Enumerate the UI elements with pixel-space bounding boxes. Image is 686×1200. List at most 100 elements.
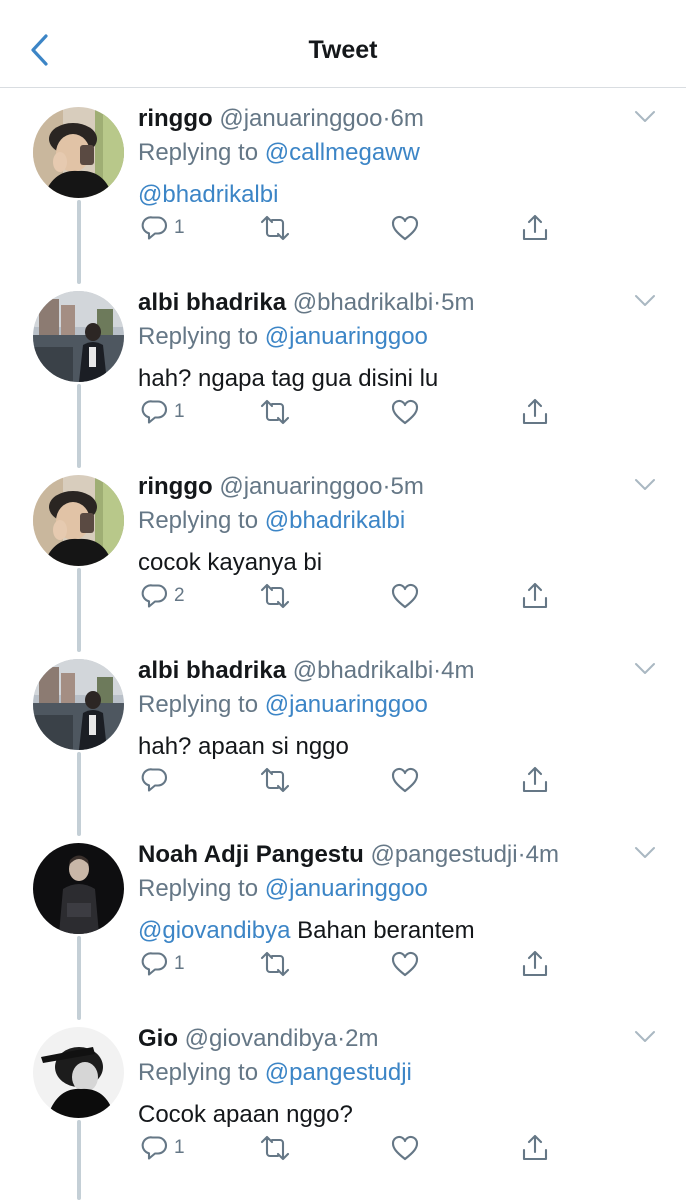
separator-dot: · xyxy=(337,1025,346,1052)
display-name[interactable]: ringgo xyxy=(138,473,213,500)
reply-button[interactable]: 1 xyxy=(140,212,185,244)
share-button[interactable] xyxy=(520,1132,550,1164)
mention-link[interactable]: @januaringgoo xyxy=(265,875,428,902)
like-button[interactable] xyxy=(390,580,420,612)
display-name[interactable]: Noah Adji Pangestu xyxy=(138,841,364,868)
reply-button[interactable]: 1 xyxy=(140,948,185,980)
chevron-down-icon[interactable] xyxy=(634,294,656,308)
retweet-button[interactable] xyxy=(258,212,292,244)
mention-link[interactable]: @januaringgoo xyxy=(265,691,428,718)
share-icon xyxy=(520,765,550,795)
share-button[interactable] xyxy=(520,396,550,428)
retweet-button[interactable] xyxy=(258,396,292,428)
chevron-down-icon[interactable] xyxy=(634,1030,656,1044)
user-handle[interactable]: @bhadrikalbi xyxy=(293,657,433,684)
chevron-down-icon[interactable] xyxy=(634,846,656,860)
share-button[interactable] xyxy=(520,948,550,980)
avatar[interactable] xyxy=(33,107,124,198)
like-button[interactable] xyxy=(390,396,420,428)
replying-to: Replying to @januaringgoo xyxy=(138,875,428,902)
reply-icon xyxy=(140,949,170,979)
heart-icon xyxy=(390,1133,420,1163)
timestamp: 4m xyxy=(441,657,475,684)
retweet-icon xyxy=(258,1133,292,1163)
mention-link[interactable]: @callmegaww xyxy=(265,139,420,166)
mention-link[interactable]: @bhadrikalbi xyxy=(265,507,405,534)
retweet-icon xyxy=(258,397,292,427)
timestamp: 4m xyxy=(525,841,559,868)
retweet-button[interactable] xyxy=(258,948,292,980)
like-button[interactable] xyxy=(390,1132,420,1164)
display-name[interactable]: Gio xyxy=(138,1025,178,1052)
user-avatar-icon xyxy=(33,843,124,934)
separator-dot: · xyxy=(517,841,526,868)
mention-link[interactable]: @giovandibya xyxy=(138,917,290,944)
display-name[interactable]: albi bhadrika xyxy=(138,289,286,316)
action-bar: 1 xyxy=(138,948,558,980)
share-icon xyxy=(520,397,550,427)
reply-count: 1 xyxy=(174,953,185,974)
share-icon xyxy=(520,949,550,979)
tweet-item[interactable]: Gio @giovandibya·2m Replying to @pangest… xyxy=(0,1008,686,1192)
mention-link[interactable]: @bhadrikalbi xyxy=(138,181,278,208)
user-handle[interactable]: @januaringgoo xyxy=(219,105,382,132)
share-icon xyxy=(520,581,550,611)
tweet-text: hah? apaan si nggo xyxy=(138,733,349,760)
reply-count: 2 xyxy=(174,585,185,606)
retweet-icon xyxy=(258,213,292,243)
display-name[interactable]: albi bhadrika xyxy=(138,657,286,684)
avatar[interactable] xyxy=(33,1027,124,1118)
chevron-down-icon[interactable] xyxy=(634,478,656,492)
display-name[interactable]: ringgo xyxy=(138,105,213,132)
user-handle[interactable]: @pangestudji xyxy=(370,841,517,868)
reply-count: 1 xyxy=(174,217,185,238)
reply-button[interactable]: 1 xyxy=(140,1132,185,1164)
avatar[interactable] xyxy=(33,843,124,934)
tweet-text: hah? ngapa tag gua disini lu xyxy=(138,365,439,392)
mention-link[interactable]: @januaringgoo xyxy=(265,323,428,350)
avatar[interactable] xyxy=(33,659,124,750)
user-handle[interactable]: @bhadrikalbi xyxy=(293,289,433,316)
heart-icon xyxy=(390,397,420,427)
share-icon xyxy=(520,1133,550,1163)
user-avatar-icon xyxy=(33,107,124,198)
user-handle[interactable]: @januaringgoo xyxy=(219,473,382,500)
tweet-item[interactable]: albi bhadrika @bhadrikalbi·4m Replying t… xyxy=(0,640,686,824)
avatar[interactable] xyxy=(33,291,124,382)
share-button[interactable] xyxy=(520,580,550,612)
like-button[interactable] xyxy=(390,212,420,244)
heart-icon xyxy=(390,949,420,979)
action-bar: 1 xyxy=(138,396,558,428)
reply-button[interactable]: 2 xyxy=(140,580,185,612)
like-button[interactable] xyxy=(390,764,420,796)
retweet-button[interactable] xyxy=(258,764,292,796)
share-button[interactable] xyxy=(520,764,550,796)
separator-dot: · xyxy=(433,657,442,684)
chevron-down-icon[interactable] xyxy=(634,662,656,676)
tweet-item[interactable]: Noah Adji Pangestu @pangestudji·4m Reply… xyxy=(0,824,686,1008)
user-handle[interactable]: @giovandibya xyxy=(185,1025,337,1052)
tweet-item[interactable]: ringgo @januaringgoo·6m Replying to @cal… xyxy=(0,88,686,272)
tweet-text: @giovandibya Bahan berantem xyxy=(138,917,475,944)
reply-button[interactable] xyxy=(140,764,174,796)
tweet-item[interactable]: ringgo @januaringgoo·5m Replying to @bha… xyxy=(0,456,686,640)
reply-count: 1 xyxy=(174,1137,185,1158)
replying-to: Replying to @bhadrikalbi xyxy=(138,507,406,534)
reply-icon xyxy=(140,213,170,243)
share-button[interactable] xyxy=(520,212,550,244)
retweet-icon xyxy=(258,765,292,795)
tweet-item[interactable]: albi bhadrika @bhadrikalbi·5m Replying t… xyxy=(0,272,686,456)
reply-button[interactable]: 1 xyxy=(140,396,185,428)
chevron-down-icon[interactable] xyxy=(634,110,656,124)
user-avatar-icon xyxy=(33,291,124,382)
retweet-button[interactable] xyxy=(258,1132,292,1164)
mention-link[interactable]: @pangestudji xyxy=(265,1059,412,1086)
replying-to: Replying to @januaringgoo xyxy=(138,323,428,350)
like-button[interactable] xyxy=(390,948,420,980)
retweet-icon xyxy=(258,949,292,979)
action-bar xyxy=(138,764,558,796)
avatar[interactable] xyxy=(33,475,124,566)
user-avatar-icon xyxy=(33,1027,124,1118)
action-bar: 2 xyxy=(138,580,558,612)
retweet-button[interactable] xyxy=(258,580,292,612)
